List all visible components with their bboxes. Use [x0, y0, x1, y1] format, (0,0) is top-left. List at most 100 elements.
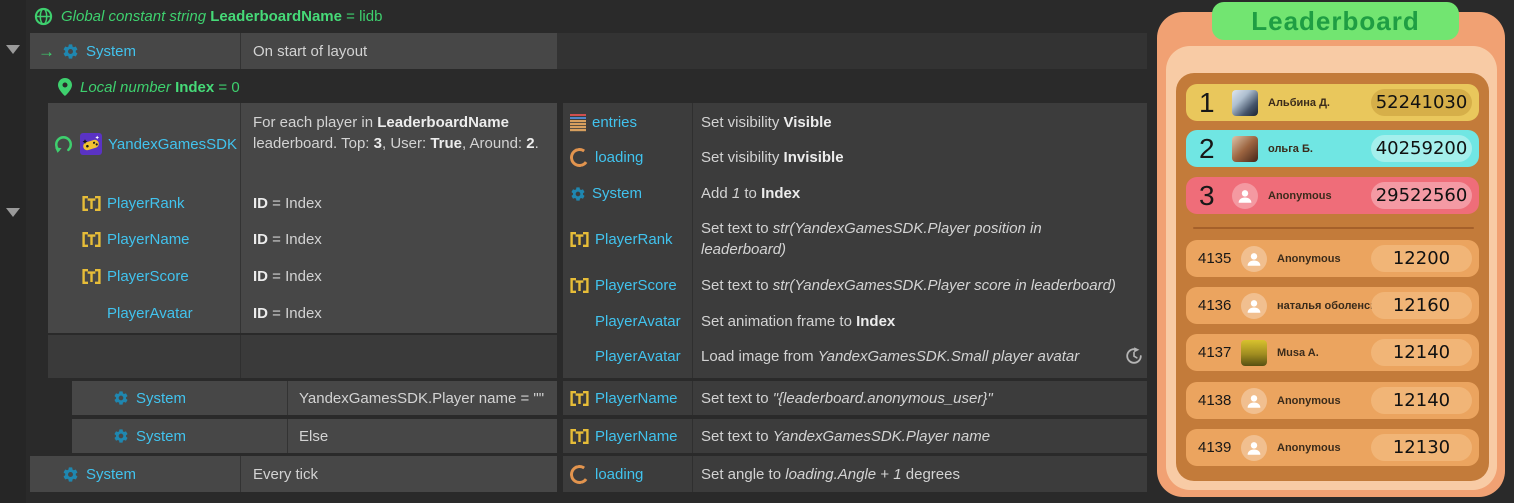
leaderboard-divider — [1193, 227, 1474, 229]
event-on-start-actions-empty[interactable] — [557, 33, 1147, 69]
rank-label: 4137 — [1198, 344, 1234, 361]
anonymous-avatar-icon — [1241, 435, 1267, 461]
text-object-icon — [570, 231, 589, 248]
action-row-loading-angle[interactable]: loading — [570, 456, 643, 492]
event-foreach-condition[interactable]: YandexGamesSDK For each player in Leader… — [48, 103, 557, 333]
action-text: Set animation frame to Index — [701, 311, 1146, 332]
condition-row-yandexsdk[interactable]: YandexGamesSDK — [53, 130, 237, 158]
score-badge: 12130 — [1371, 434, 1472, 461]
collapse-arrow-icon[interactable] — [6, 208, 20, 217]
condition-row-playeravatar[interactable]: PlayerAvatar — [107, 302, 193, 324]
action-row-playeravatar-load[interactable]: PlayerAvatar — [595, 346, 681, 367]
entries-list-icon — [570, 114, 586, 132]
action-text: Set text to YandexGamesSDK.Player name — [701, 426, 1146, 447]
rank-label: 4138 — [1198, 392, 1234, 409]
action-row-playerscore[interactable]: PlayerScore — [570, 275, 677, 296]
event-foreach-condition-footer[interactable] — [48, 335, 557, 378]
leaderboard-row-2[interactable]: 2 ольга Б. 40259200 — [1186, 130, 1479, 167]
object-label: loading — [595, 466, 643, 483]
leaderboard-row-1[interactable]: 1 Альбина Д. 52241030 — [1186, 84, 1479, 121]
leaderboard-row-4137[interactable]: 4137 Musa A. 12140 — [1186, 334, 1479, 371]
leaderboard-row-4138[interactable]: 4138 Anonymous 12140 — [1186, 382, 1479, 419]
async-wait-icon — [1125, 347, 1143, 365]
object-label: entries — [592, 114, 637, 131]
player-name: Musa A. — [1277, 347, 1319, 359]
anonymous-avatar-icon — [1232, 183, 1258, 209]
condition-row-playerscore[interactable]: PlayerScore — [82, 265, 189, 287]
loading-object-icon — [568, 463, 590, 485]
action-row-playerrank[interactable]: PlayerRank — [570, 229, 673, 250]
gear-icon — [570, 186, 586, 202]
condition-row-playername[interactable]: PlayerName — [82, 228, 190, 250]
condition-text: ID = Index — [253, 193, 322, 214]
object-label: System — [592, 185, 642, 202]
action-row-entries[interactable]: entries — [570, 112, 637, 133]
anonymous-avatar-icon — [1241, 293, 1267, 319]
object-label: PlayerScore — [595, 277, 677, 294]
object-label: System — [136, 390, 186, 407]
leaderboard-row-4135[interactable]: 4135 Anonymous 12200 — [1186, 240, 1479, 277]
object-label: System — [86, 466, 136, 483]
player-name: Anonymous — [1277, 253, 1341, 265]
score-badge: 12140 — [1371, 387, 1472, 414]
action-text: Add 1 to Index — [701, 183, 1146, 204]
event-everytick-actions[interactable]: loading Set angle to loading.Angle + 1 d… — [563, 456, 1147, 492]
action-row-playername-else[interactable]: PlayerName — [570, 419, 678, 453]
object-label: YandexGamesSDK — [108, 136, 237, 153]
leaderboard-row-4136[interactable]: 4136 наталья оболенская 12160 — [1186, 287, 1479, 324]
score-badge: 40259200 — [1371, 135, 1472, 162]
score-badge: 12200 — [1371, 245, 1472, 272]
action-text-wrap: Set text to str(YandexGamesSDK.Player po… — [701, 218, 1121, 260]
event-everytick-condition[interactable]: System Every tick — [30, 456, 557, 492]
object-label: PlayerRank — [107, 195, 185, 212]
event-margin — [0, 0, 26, 503]
gear-icon — [62, 466, 79, 483]
subevent-anon-actions[interactable]: PlayerName Set text to "{leaderboard.ano… — [563, 381, 1147, 415]
avatar — [1232, 90, 1258, 116]
object-label: loading — [595, 149, 643, 166]
action-text: Set text to str(YandexGamesSDK.Player sc… — [701, 275, 1161, 296]
local-variable-row[interactable]: Local number Index = 0 — [58, 76, 240, 98]
action-row-playername-anon[interactable]: PlayerName — [570, 381, 678, 415]
subevent-anon-condition[interactable]: System YandexGamesSDK.Player name = "" — [72, 381, 557, 415]
event-foreach-actions[interactable]: entries Set visibility Visible loading S… — [563, 103, 1147, 378]
text-object-icon — [82, 231, 101, 248]
text-object-icon — [570, 428, 589, 445]
gear-icon — [113, 390, 129, 406]
event-on-start-condition[interactable]: → System On start of layout — [30, 33, 557, 69]
globe-icon — [34, 7, 53, 26]
subevent-else-condition[interactable]: System Else — [72, 419, 557, 453]
condition-text: Every tick — [253, 464, 318, 485]
global-variable-row[interactable]: Global constant string LeaderboardName =… — [34, 4, 382, 28]
object-label: PlayerName — [595, 428, 678, 445]
player-name: Anonymous — [1277, 395, 1341, 407]
score-badge: 29522560 — [1371, 182, 1472, 209]
rank-label: 1 — [1199, 84, 1225, 121]
pin-icon — [58, 78, 72, 96]
action-text: Set text to "{leaderboard.anonymous_user… — [701, 388, 1146, 409]
rank-label: 4136 — [1198, 297, 1234, 314]
condition-text: ID = Index — [253, 266, 322, 287]
global-variable-text: Global constant string LeaderboardName =… — [61, 8, 382, 25]
action-row-playeravatar-frame[interactable]: PlayerAvatar — [595, 311, 681, 332]
object-label: PlayerRank — [595, 231, 673, 248]
leaderboard-row-3[interactable]: 3 Anonymous 29522560 — [1186, 177, 1479, 214]
action-text: Set angle to loading.Angle + 1 degrees — [701, 464, 1146, 485]
action-row-system-add[interactable]: System — [570, 183, 642, 204]
leaderboard-row-4139[interactable]: 4139 Anonymous 12130 — [1186, 429, 1479, 466]
action-row-loading[interactable]: loading — [570, 147, 643, 168]
rank-label: 4135 — [1198, 250, 1234, 267]
condition-text: Else — [299, 426, 328, 447]
condition-row-playerrank[interactable]: PlayerRank — [82, 192, 185, 214]
object-label: System — [86, 43, 136, 60]
collapse-arrow-icon[interactable] — [6, 45, 20, 54]
loop-icon — [53, 134, 74, 155]
object-label: PlayerAvatar — [595, 348, 681, 365]
object-label: PlayerName — [595, 390, 678, 407]
subevent-else-actions[interactable]: PlayerName Set text to YandexGamesSDK.Pl… — [563, 419, 1147, 453]
object-label: PlayerName — [107, 231, 190, 248]
condition-text-foreach: For each player in LeaderboardName leade… — [253, 112, 547, 154]
anonymous-avatar-icon — [1241, 246, 1267, 272]
text-object-icon — [82, 268, 101, 285]
avatar — [1241, 340, 1267, 366]
